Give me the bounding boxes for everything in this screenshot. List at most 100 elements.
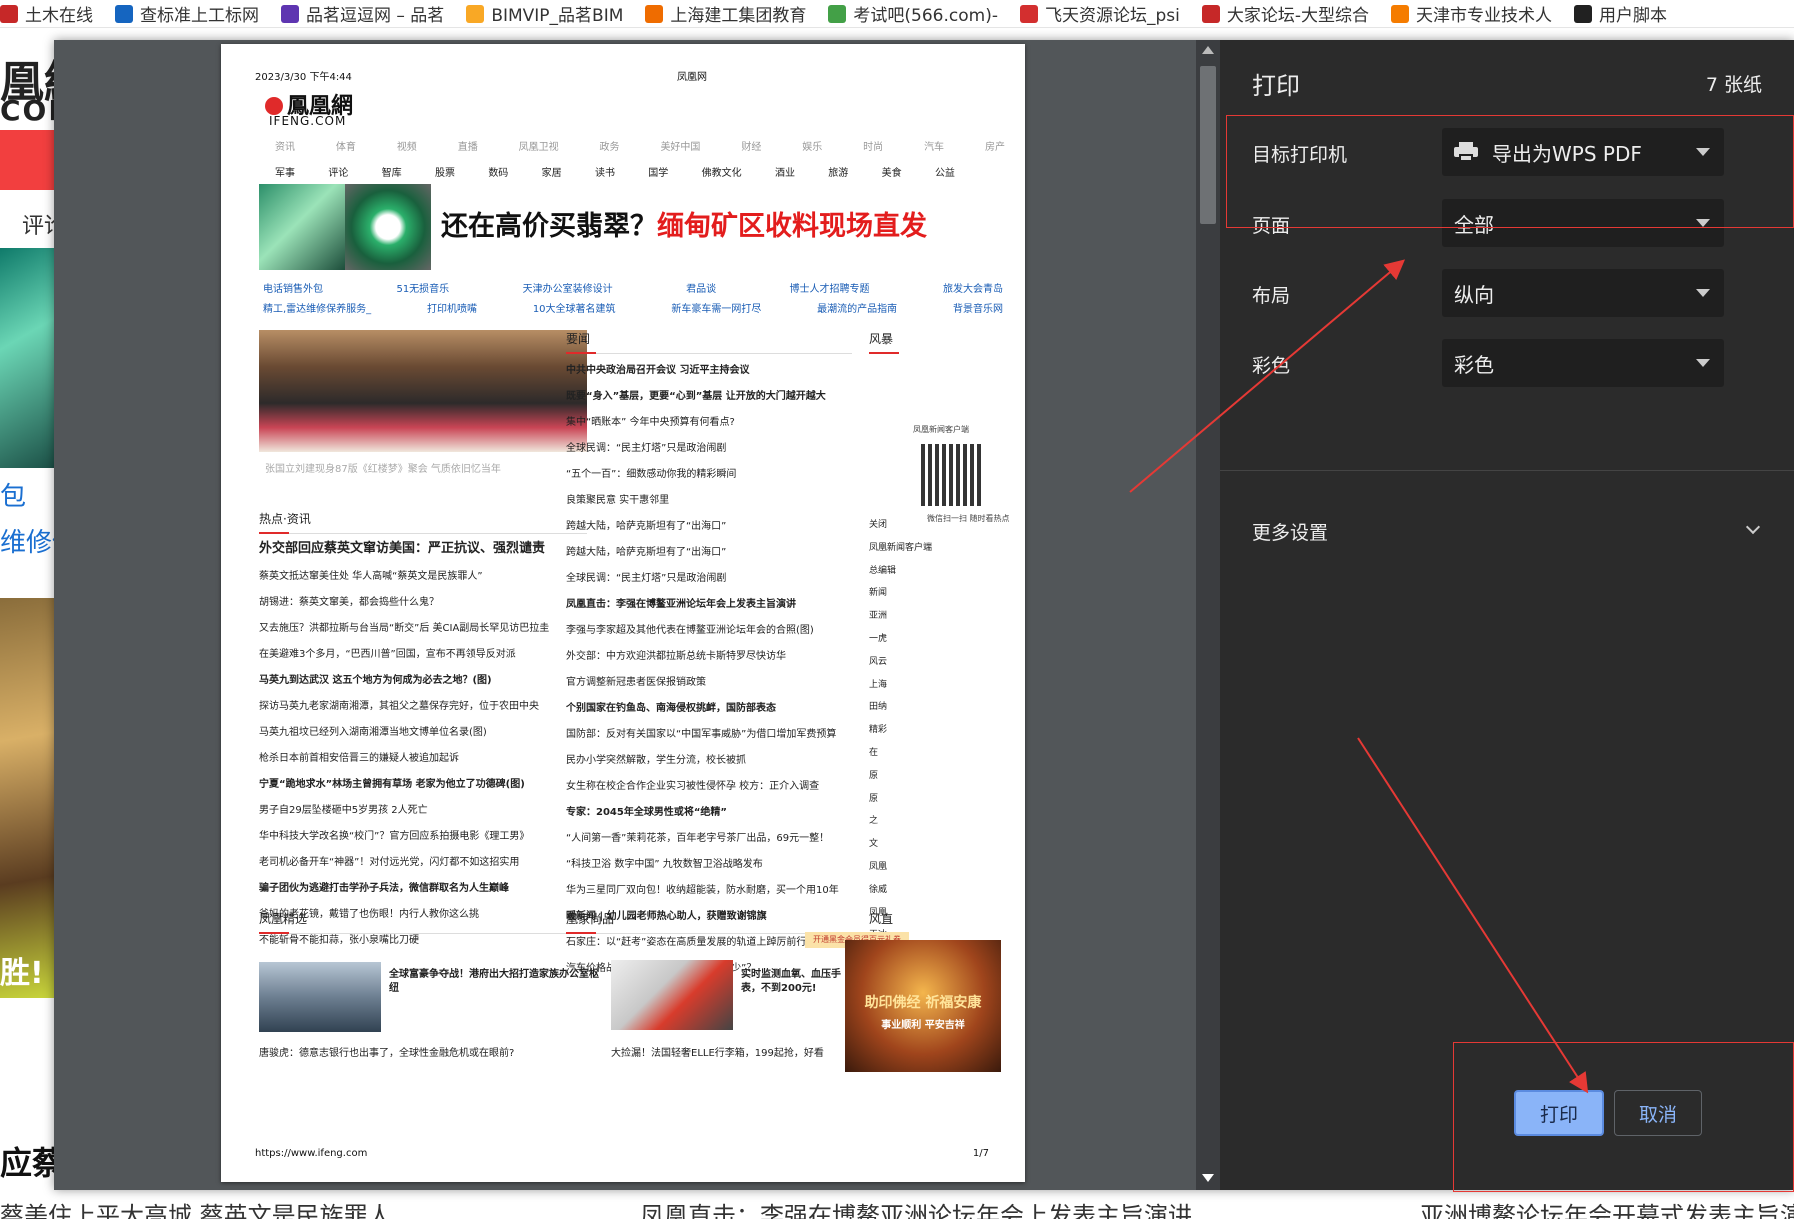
bg-footer-text[interactable]: 蔡美住上平大高城 蔡英文是民族罪人 — [0, 1196, 392, 1219]
bookmark-label: BIMVIP_品茗BIM — [491, 6, 624, 26]
news-item: 全球民调：“民主灯塔”只是政治闹剧 — [566, 443, 727, 454]
right-col-item: 徐威 — [869, 884, 888, 895]
preview-nav-item: 汽车 — [924, 142, 945, 153]
preview-nav-item: 直播 — [457, 142, 478, 153]
preview-nav-item: 数码 — [488, 168, 509, 179]
news-item: 跨越大陆，哈萨克斯坦有了“出海口” — [566, 547, 727, 558]
layout-value: 纵向 — [1454, 282, 1494, 307]
right-col-item: 原 — [869, 770, 879, 781]
bookmark-favicon-icon — [645, 4, 664, 23]
bookmark-item[interactable]: 飞天资源论坛_psi — [1019, 0, 1202, 27]
preview-date: 2023/3/30 下午4:44 — [255, 72, 352, 83]
preview-nav-item: 酒业 — [774, 168, 795, 179]
bg-link[interactable]: 包 — [0, 476, 26, 513]
news-title: 要闻 — [566, 330, 852, 354]
news-item: 外交部：中方欢迎洪都拉斯总统卡斯特罗尽快访华 — [566, 651, 786, 662]
preview-nav-item: 时尚 — [863, 142, 884, 153]
section-jingxuan: 凤凰精选 — [259, 910, 587, 934]
jingxuan-caption: 唐骏虎：德意志银行也出事了，全球性金融危机或在眼前? — [259, 1048, 515, 1059]
bookmark-favicon-icon — [828, 4, 847, 23]
preview-nav-secondary: 军事 评论 智库 股票 数码 家居 读书 国学 佛教文化 酒业 旅游 美食 公益 — [275, 164, 955, 179]
color-select[interactable]: 彩色 — [1442, 339, 1724, 387]
scroll-up-arrow-icon[interactable] — [1202, 46, 1214, 54]
bookmark-label: 查标准上工标网 — [140, 6, 259, 26]
bookmark-item[interactable]: 品茗逗逗网 – 品茗 — [281, 0, 466, 27]
news-item: 跨越大陆，哈萨克斯坦有了“出海口” — [566, 521, 727, 532]
bookmark-label: 考试吧(566.com)- — [853, 6, 998, 26]
ad-headline-black: 还在高价买翡翠？ — [441, 211, 657, 242]
bookmark-favicon-icon — [1201, 4, 1220, 23]
news-item: 在美避难3个多月，“巴西川普”回国，宣布不再领导反对派 — [259, 649, 516, 660]
ad-links: 电话销售外包 51无损音乐 天津办公室装修设计 君品谈 博士人才招聘专题 旅发大会青岛 精工… — [263, 280, 1003, 320]
bookmark-label: 天津市专业技术人 — [1415, 6, 1552, 26]
preview-nav-item: 娱乐 — [802, 142, 823, 153]
scrollbar-thumb[interactable] — [1200, 66, 1216, 224]
jade-ad-image — [345, 184, 431, 270]
buddhist-ad-title: 助印佛经 祈福安康 — [864, 995, 982, 1011]
news-item: 男子自29层坠楼砸中5岁男孩 2人死亡 — [259, 805, 428, 816]
preview-nav-item: 股票 — [434, 168, 455, 179]
news-item: 华中科技大学改名换“校门”？官方回应系拍摄电影《理工男》 — [259, 831, 530, 842]
news-item: 官方调整新冠患者医保报销政策 — [566, 677, 706, 688]
chevron-down-icon[interactable] — [1745, 519, 1761, 535]
preview-nav-item: 家居 — [541, 168, 562, 179]
preview-nav-item: 体育 — [335, 142, 356, 153]
bookmark-label: 用户脚本 — [1598, 6, 1667, 26]
bookmark-favicon-icon — [466, 4, 485, 23]
right-col-item: 凤凰 — [869, 861, 888, 872]
bookmark-item[interactable]: 上海建工集团教育 — [645, 0, 828, 27]
right-col-item: 凤凰新闻客户端 — [869, 542, 933, 553]
buddhist-ad-sub: 事业顺利 平安吉祥 — [881, 1020, 965, 1031]
bookmark-item[interactable]: 查标准上工标网 — [115, 0, 281, 27]
buddhist-ad: 助印佛经 祈福安康事业顺利 平安吉祥 — [845, 940, 1001, 1072]
news-item: 枪杀日本前首相安倍晋三的嫌疑人被追加起诉 — [259, 753, 459, 764]
news-item: 外交部回应蔡英文窜访美国：严正抗议、强烈谴责 — [259, 541, 546, 556]
bookmark-item[interactable]: 大家论坛-大型综合 — [1201, 0, 1391, 27]
news-item: 个别国家在钓鱼岛、南海侵权挑衅，国防部表态 — [566, 703, 776, 714]
bg-footer-text[interactable]: 凤凰直击：李强在博鳌亚洲论坛年会上发表主旨演讲 — [640, 1196, 1192, 1219]
preview-nav-item: 旅游 — [828, 168, 849, 179]
sheet-count: 7 张纸 — [1705, 74, 1762, 96]
news-item: “人间第一香”茉莉花茶，百年老字号茶厂出品，69元一整！ — [566, 833, 830, 844]
dropdown-arrow-icon — [1696, 289, 1710, 297]
section-shangpin: 凰家尚品 — [566, 910, 852, 934]
bookmark-item[interactable]: 天津市专业技术人 — [1390, 0, 1574, 27]
preview-nav-item: 公益 — [934, 168, 955, 179]
preview-nav-item: 美食 — [881, 168, 902, 179]
bookmark-favicon-icon — [1019, 4, 1038, 23]
bookmark-favicon-icon — [1573, 4, 1592, 23]
scroll-down-arrow-icon[interactable] — [1202, 1174, 1214, 1182]
right-col-item: 关闭 — [869, 520, 888, 530]
ad-link: 新车豪车需一网打尽 — [671, 304, 762, 315]
section-right: 风直 — [869, 910, 899, 934]
preview-nav-item: 视频 — [396, 142, 417, 153]
divider — [1220, 470, 1794, 471]
right-col-item: 风云 — [869, 656, 888, 667]
ad-link-row: 电话销售外包 51无损音乐 天津办公室装修设计 君品谈 博士人才招聘专题 旅发大会青岛 — [263, 280, 1003, 300]
right-col-item: 在 — [869, 747, 879, 758]
news-item: 又去施压？洪都拉斯与台当局“断交”后 美CIA副局长罕见访巴拉圭 — [259, 623, 550, 634]
bookmark-item[interactable]: 考试吧(566.com)- — [828, 0, 1020, 27]
shangpin-title: 实时监测血氧、血压手表，不到200元! — [741, 969, 841, 994]
right-col-item: 之 — [869, 816, 879, 827]
bookmark-item[interactable]: 用户脚本 — [1573, 0, 1689, 27]
bg-red-block — [0, 130, 60, 190]
ad-link-row: 精工,雷达维修保养服务_ 打印机喷嘴 10大全球著名建筑 新车豪车需一网打尽 最潮流的产… — [263, 300, 1003, 320]
bookmark-favicon-icon — [281, 4, 299, 23]
right-col-item: 亚洲 — [869, 611, 888, 622]
ad-link: 51无损音乐 — [396, 284, 450, 295]
right-col-item: 精彩 — [869, 725, 888, 736]
hot-news-title: 热点·资讯 — [259, 510, 587, 534]
preview-scrollbar[interactable] — [1196, 40, 1220, 1190]
bookmark-item[interactable]: BIMVIP_品茗BIM — [466, 0, 645, 27]
bg-overlay-text: 胜! — [0, 956, 44, 991]
layout-select[interactable]: 纵向 — [1442, 269, 1724, 317]
qr-caption: 微信扫一扫 随时看热点 — [927, 514, 1010, 523]
news-item: 中共中央政治局召开会议 习近平主持会议 — [566, 365, 750, 376]
jingxuan-title: 全球富豪争夺战！港府出大招打造家族办公室枢纽 — [389, 969, 599, 994]
more-settings[interactable]: 更多设置 — [1252, 518, 1328, 545]
bg-footer-text[interactable]: 亚洲博鳌论坛年会开幕式发表主旨演讲 — [1420, 1196, 1794, 1219]
bookmark-item[interactable]: 土木在线 — [0, 0, 115, 27]
news-item: 马英九到达武汉 这五个地方为何成为必去之地？(图) — [259, 675, 492, 686]
news-item: 国防部：反对有关国家以“中国军事威胁”为借口增加军费预算 — [566, 729, 837, 740]
